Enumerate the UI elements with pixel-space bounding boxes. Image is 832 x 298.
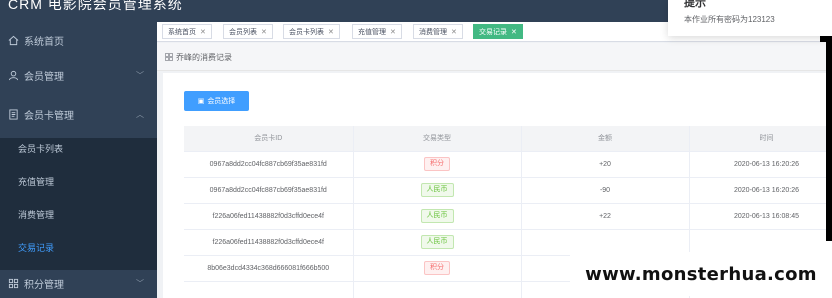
- cell-type: 积分: [353, 255, 522, 282]
- member-icon: ▣: [197, 98, 205, 105]
- card-icon: [9, 109, 18, 120]
- window-edge: [826, 36, 832, 241]
- sidebar-item-cards[interactable]: 会员卡管理 ︿: [0, 98, 157, 131]
- cell-amount: -90: [521, 177, 690, 204]
- tag-label: 会员卡列表: [289, 28, 324, 36]
- type-badge: 人民币: [420, 209, 454, 223]
- select-member-button[interactable]: ▣ 会员选择: [184, 91, 249, 111]
- sidebar-subitem-label: 交易记录: [18, 243, 55, 253]
- watermark: www.monsterhua.com: [570, 252, 832, 296]
- chevron-down-icon: ﹀: [136, 71, 144, 80]
- table-header-row: 会员卡ID 交易类型 金额 时间: [184, 126, 832, 152]
- sidebar-subitem-consume[interactable]: 消费管理: [0, 198, 157, 231]
- col-header-amount[interactable]: 金额: [521, 126, 690, 152]
- app-root: CRM 电影院会员管理系统 系统首页 会员管理 ﹀ 会员卡管理 ︿ 会员卡列表 …: [0, 0, 832, 298]
- user-icon: [8, 70, 19, 81]
- chevron-up-icon: ︿: [136, 110, 144, 119]
- tag-home[interactable]: 系统首页 ✕: [162, 24, 212, 39]
- cell-amount: +20: [521, 151, 690, 178]
- close-icon[interactable]: ✕: [451, 28, 457, 36]
- app-title: CRM 电影院会员管理系统: [8, 0, 183, 12]
- sidebar-subitem-transactions[interactable]: 交易记录: [0, 231, 157, 264]
- tag-member-list[interactable]: 会员列表 ✕: [223, 24, 273, 39]
- sidebar: 系统首页 会员管理 ﹀ 会员卡管理 ︿ 会员卡列表 充值管理 消费管理 交易记录: [0, 22, 157, 298]
- button-label: 会员选择: [207, 98, 236, 105]
- table-row: 0967a8dd2cc04fc887cb69f35ae831fd 人民币 -90 20…: [184, 177, 832, 204]
- notification-popup[interactable]: 提示 本作业所有密码为123123: [668, 0, 832, 42]
- cell-card-id: 0967a8dd2cc04fc887cb69f35ae831fd: [184, 151, 354, 178]
- cell-card-id: [184, 281, 354, 298]
- col-header-type[interactable]: 交易类型: [353, 126, 522, 152]
- home-icon: [8, 35, 19, 46]
- close-icon[interactable]: ✕: [390, 28, 396, 36]
- tag-label: 交易记录: [479, 28, 507, 36]
- sidebar-item-home[interactable]: 系统首页: [0, 24, 157, 57]
- sidebar-subitem-card-list[interactable]: 会员卡列表: [0, 132, 157, 165]
- cell-amount: +22: [521, 203, 690, 230]
- tag-label: 消费管理: [419, 28, 447, 36]
- notification-message: 本作业所有密码为123123: [684, 15, 775, 24]
- close-icon[interactable]: ✕: [511, 28, 517, 36]
- sidebar-item-points[interactable]: 积分管理 ﹀: [0, 267, 157, 298]
- cell-card-id: f226a06fed11438882f0d3cffd0ece4f: [184, 203, 354, 230]
- cell-time: 2020-06-13 16:20:26: [689, 151, 832, 178]
- col-header-time[interactable]: 时间: [689, 126, 832, 152]
- sidebar-subitem-label: 会员卡列表: [18, 144, 64, 154]
- tag-consume[interactable]: 消费管理 ✕: [413, 24, 463, 39]
- tag-label: 充值管理: [358, 28, 386, 36]
- close-icon[interactable]: ✕: [261, 28, 267, 36]
- type-badge: 人民币: [420, 235, 454, 249]
- close-icon[interactable]: ✕: [328, 28, 334, 36]
- panel-title: 乔峰的消费记录: [176, 53, 232, 62]
- type-badge: 积分: [424, 261, 450, 275]
- col-header-card-id[interactable]: 会员卡ID: [184, 126, 354, 152]
- sidebar-item-members[interactable]: 会员管理 ﹀: [0, 59, 157, 92]
- cell-time: 2020-06-13 16:08:45: [689, 203, 832, 230]
- table-row: f226a06fed11438882f0d3cffd0ece4f 人民币 +22 20…: [184, 203, 832, 230]
- table-row: 0967a8dd2cc04fc887cb69f35ae831fd 积分 +20 202…: [184, 151, 832, 178]
- sidebar-item-label: 系统首页: [24, 37, 64, 48]
- chevron-down-icon: ﹀: [136, 279, 144, 288]
- sidebar-submenu: 会员卡列表 充值管理 消费管理 交易记录: [0, 138, 157, 270]
- cell-card-id: f226a06fed11438882f0d3cffd0ece4f: [184, 229, 354, 256]
- tag-label: 系统首页: [168, 28, 196, 36]
- cell-type: 人民币: [353, 177, 522, 204]
- cell-type: [353, 281, 522, 298]
- tag-recharge[interactable]: 充值管理 ✕: [352, 24, 402, 39]
- cell-type: 积分: [353, 151, 522, 178]
- cell-card-id: 8b06e3dcd4334c368d666081f666b500: [184, 255, 354, 282]
- notification-title: 提示: [684, 0, 706, 9]
- cell-type: 人民币: [353, 229, 522, 256]
- grid-icon: [8, 278, 19, 289]
- cell-time: 2020-06-13 16:20:26: [689, 177, 832, 204]
- sidebar-subitem-recharge[interactable]: 充值管理: [0, 165, 157, 198]
- tag-card-list[interactable]: 会员卡列表 ✕: [283, 24, 340, 39]
- sidebar-item-label: 会员管理: [24, 72, 64, 83]
- sidebar-subitem-label: 充值管理: [18, 177, 55, 187]
- close-icon[interactable]: ✕: [200, 28, 206, 36]
- panel-header: 乔峰的消费记录: [157, 43, 832, 71]
- grid-icon: [165, 53, 173, 61]
- tag-label: 会员列表: [229, 28, 257, 36]
- sidebar-item-label: 会员卡管理: [24, 111, 74, 122]
- cell-card-id: 0967a8dd2cc04fc887cb69f35ae831fd: [184, 177, 354, 204]
- tag-transactions[interactable]: 交易记录 ✕: [473, 24, 523, 39]
- sidebar-item-label: 积分管理: [24, 280, 64, 291]
- type-badge: 积分: [424, 157, 450, 171]
- sidebar-subitem-label: 消费管理: [18, 210, 55, 220]
- type-badge: 人民币: [420, 183, 454, 197]
- watermark-text: www.monsterhua.com: [585, 263, 817, 285]
- cell-type: 人民币: [353, 203, 522, 230]
